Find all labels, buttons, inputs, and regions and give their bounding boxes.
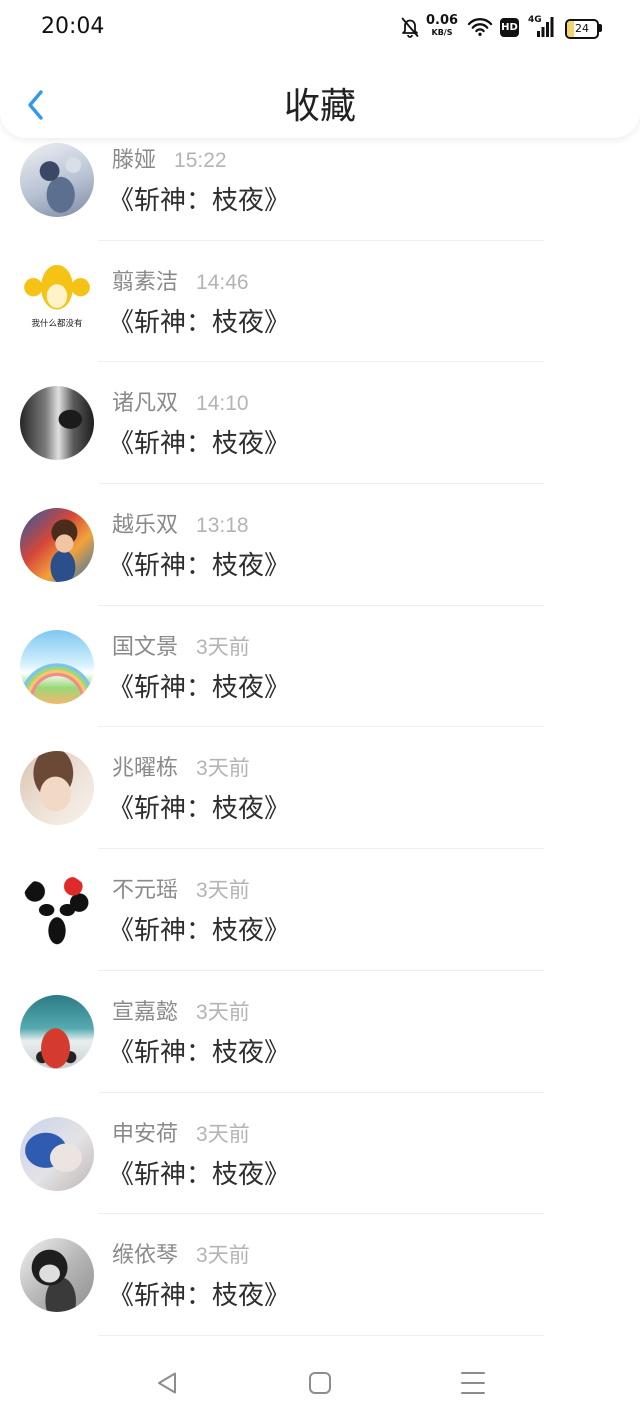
timestamp: 3天前 bbox=[196, 879, 250, 903]
system-nav-bar bbox=[0, 1337, 640, 1422]
item-meta: 缑依琴 3天前 bbox=[112, 1241, 250, 1270]
page-title: 收藏 bbox=[283, 85, 356, 126]
item-title: 《斩神：枝夜》 bbox=[108, 306, 291, 337]
item-meta: 不元瑶 3天前 bbox=[112, 876, 250, 905]
avatar[interactable] bbox=[20, 508, 94, 583]
avatar[interactable]: 我什么都没有 bbox=[20, 264, 94, 339]
favorite-item[interactable]: 兆曜栋 3天前 《斩神：枝夜》 bbox=[0, 727, 640, 850]
timestamp: 14:46 bbox=[196, 270, 249, 294]
author-name: 不元瑶 bbox=[112, 877, 179, 903]
item-title: 《斩神：枝夜》 bbox=[108, 915, 291, 946]
timestamp: 13:18 bbox=[196, 514, 249, 538]
author-name: 兆曜栋 bbox=[112, 755, 179, 781]
author-name: 翦素洁 bbox=[112, 268, 179, 294]
item-meta: 国文景 3天前 bbox=[112, 633, 250, 662]
network-speed: 0.06 KB/S bbox=[426, 14, 458, 38]
item-title: 《斩神：枝夜》 bbox=[108, 1158, 291, 1189]
battery-icon: 24 bbox=[565, 19, 599, 39]
author-name: 滕娅 bbox=[112, 147, 157, 172]
nav-back-button[interactable] bbox=[152, 1368, 182, 1398]
app-header: 20:04 0.06 KB/S HD 4G 24 收藏 bbox=[0, 0, 640, 138]
favorite-item[interactable]: 我什么都没有 翦素洁 14:46 《斩神：枝夜》 bbox=[0, 241, 640, 363]
favorite-item[interactable]: 缑依琴 3天前 《斩神：枝夜》 bbox=[0, 1214, 640, 1336]
favorite-item[interactable]: 不元瑶 3天前 《斩神：枝夜》 bbox=[0, 849, 640, 971]
avatar[interactable] bbox=[20, 1238, 94, 1313]
battery-tip bbox=[599, 24, 602, 32]
favorite-item[interactable]: 宣嘉懿 3天前 《斩神：枝夜》 bbox=[0, 971, 640, 1093]
wifi-icon bbox=[467, 17, 493, 42]
item-title: 《斩神：枝夜》 bbox=[108, 428, 291, 459]
avatar[interactable] bbox=[20, 994, 94, 1069]
timestamp: 3天前 bbox=[196, 635, 250, 659]
author-name: 诸凡双 bbox=[112, 390, 179, 416]
square-home-icon bbox=[309, 1372, 331, 1394]
author-name: 缑依琴 bbox=[112, 1242, 179, 1268]
avatar[interactable] bbox=[20, 1116, 94, 1191]
network-type: 4G bbox=[528, 15, 542, 25]
status-time: 20:04 bbox=[41, 14, 105, 39]
avatar[interactable] bbox=[20, 873, 94, 948]
item-meta: 宣嘉懿 3天前 bbox=[112, 998, 250, 1027]
timestamp: 14:10 bbox=[196, 392, 249, 416]
network-speed-unit: KB/S bbox=[431, 28, 453, 37]
hd-badge: HD bbox=[500, 18, 519, 37]
item-meta: 申安荷 3天前 bbox=[112, 1120, 250, 1149]
menu-lines-icon bbox=[461, 1372, 485, 1394]
item-title: 《斩神：枝夜》 bbox=[108, 1280, 291, 1311]
avatar[interactable] bbox=[20, 386, 94, 461]
timestamp: 3天前 bbox=[196, 1244, 250, 1268]
favorite-item[interactable]: 越乐双 13:18 《斩神：枝夜》 bbox=[0, 484, 640, 606]
favorite-item[interactable]: 诸凡双 14:10 《斩神：枝夜》 bbox=[0, 362, 640, 485]
triangle-back-icon bbox=[158, 1372, 176, 1394]
item-title: 《斩神：枝夜》 bbox=[108, 671, 291, 702]
favorite-item[interactable]: 申安荷 3天前 《斩神：枝夜》 bbox=[0, 1093, 640, 1215]
item-meta: 兆曜栋 3天前 bbox=[112, 754, 250, 783]
timestamp: 15:22 bbox=[174, 149, 227, 172]
back-button[interactable] bbox=[20, 84, 52, 126]
bell-off-icon bbox=[400, 16, 420, 43]
item-meta: 滕娅 15:22 bbox=[112, 146, 227, 175]
author-name: 越乐双 bbox=[112, 512, 179, 538]
favorites-list: 滕娅 15:22 《斩神：枝夜》 我什么都没有 翦素洁 14:46 《斩神：枝夜… bbox=[0, 119, 640, 1336]
chevron-left-icon bbox=[28, 90, 43, 120]
avatar[interactable] bbox=[20, 143, 94, 217]
item-title: 《斩神：枝夜》 bbox=[108, 1036, 291, 1067]
item-meta: 诸凡双 14:10 bbox=[112, 389, 249, 418]
item-title: 《斩神：枝夜》 bbox=[108, 185, 291, 215]
signal-bars-icon: 4G bbox=[527, 15, 555, 39]
divider bbox=[98, 1334, 544, 1336]
favorite-item[interactable]: 国文景 3天前 《斩神：枝夜》 bbox=[0, 606, 640, 728]
avatar[interactable] bbox=[20, 629, 94, 704]
author-name: 宣嘉懿 bbox=[112, 998, 179, 1024]
timestamp: 3天前 bbox=[196, 1000, 250, 1024]
battery-level: 24 bbox=[575, 22, 589, 35]
avatar[interactable] bbox=[20, 751, 94, 826]
item-meta: 翦素洁 14:46 bbox=[112, 268, 249, 297]
nav-home-button[interactable] bbox=[305, 1368, 335, 1398]
author-name: 申安荷 bbox=[112, 1120, 179, 1146]
timestamp: 3天前 bbox=[196, 757, 250, 781]
author-name: 国文景 bbox=[112, 633, 179, 659]
avatar-caption: 我什么都没有 bbox=[31, 317, 83, 328]
item-title: 《斩神：枝夜》 bbox=[108, 793, 291, 824]
item-meta: 越乐双 13:18 bbox=[112, 511, 249, 540]
timestamp: 3天前 bbox=[196, 1122, 250, 1146]
network-speed-value: 0.06 bbox=[426, 13, 459, 28]
item-title: 《斩神：枝夜》 bbox=[108, 550, 291, 581]
nav-menu-button[interactable] bbox=[458, 1368, 488, 1398]
